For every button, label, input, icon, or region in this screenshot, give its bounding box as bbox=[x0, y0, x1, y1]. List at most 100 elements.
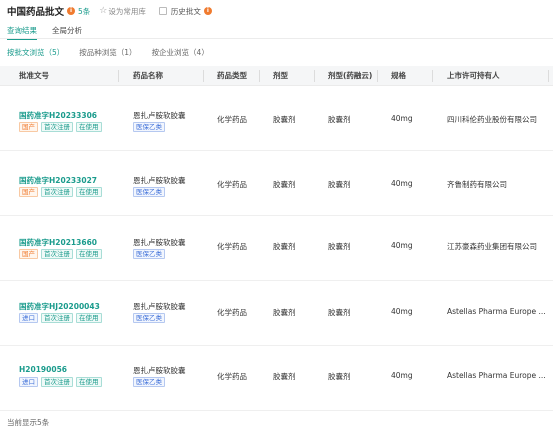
subtab-by-variety[interactable]: 按品种浏览（1） bbox=[79, 47, 136, 58]
table-row[interactable]: 国药准字HJ20200043 进口 首次注册 在使用 恩扎卢胺软胶囊 医保乙类 … bbox=[0, 282, 553, 346]
origin-tag: 国产 bbox=[19, 122, 38, 132]
approval-number-link[interactable]: 国药准字H20233027 bbox=[19, 175, 97, 186]
column-header-holder[interactable]: 上市许可持有人 bbox=[447, 66, 500, 86]
history-toggle[interactable]: 历史批文 i bbox=[158, 6, 212, 17]
result-footer: 当前显示5条 bbox=[7, 418, 50, 427]
page-title: 中国药品批文 bbox=[7, 7, 65, 18]
origin-tag: 国产 bbox=[19, 249, 38, 259]
dosage-form: 胶囊剂 bbox=[273, 115, 296, 124]
subtab-by-approval[interactable]: 按批文浏览（5） bbox=[7, 47, 64, 58]
insurance-tag: 医保乙类 bbox=[133, 187, 165, 197]
history-label: 历史批文 bbox=[170, 6, 201, 16]
license-holder: Astellas Pharma Europe ... bbox=[447, 307, 546, 316]
main-tabs: 查询结果 全局分析 bbox=[7, 25, 97, 40]
column-header-form-yry[interactable]: 剂型(药融云) bbox=[328, 66, 372, 86]
column-divider bbox=[432, 70, 433, 82]
approval-number-link[interactable]: 国药准字H20233306 bbox=[19, 110, 97, 121]
info-icon[interactable]: i bbox=[67, 7, 76, 15]
license-holder: 江苏豪森药业集团有限公司 bbox=[447, 242, 537, 251]
license-holder: Astellas Pharma Europe ... bbox=[447, 371, 546, 380]
insurance-tag: 医保乙类 bbox=[133, 249, 165, 259]
insurance-tag: 医保乙类 bbox=[133, 377, 165, 387]
status-tag: 在使用 bbox=[76, 377, 102, 387]
page-header: 中国药品批文 i 5条 ☆ 设为常用库 历史批文 i bbox=[7, 4, 212, 18]
drug-name: 恩扎卢胺软胶囊 bbox=[133, 176, 186, 185]
history-info-icon[interactable]: i bbox=[203, 7, 212, 15]
drug-type: 化学药品 bbox=[217, 180, 247, 189]
star-icon: ☆ bbox=[99, 5, 108, 16]
favorite-button[interactable]: ☆ 设为常用库 bbox=[99, 6, 146, 17]
subtab-by-company[interactable]: 按企业浏览（4） bbox=[152, 47, 209, 58]
specification: 40mg bbox=[391, 241, 413, 250]
status-tag: 在使用 bbox=[76, 313, 102, 323]
column-divider bbox=[259, 70, 260, 82]
dosage-form-yry: 胶囊剂 bbox=[328, 372, 351, 381]
insurance-tag: 医保乙类 bbox=[133, 313, 165, 323]
approval-tags: 进口 首次注册 在使用 bbox=[19, 313, 105, 323]
registration-tag: 首次注册 bbox=[41, 249, 73, 259]
dosage-form-yry: 胶囊剂 bbox=[328, 308, 351, 317]
drug-tags: 医保乙类 bbox=[133, 122, 168, 132]
registration-tag: 首次注册 bbox=[41, 122, 73, 132]
specification: 40mg bbox=[391, 179, 413, 188]
drug-tags: 医保乙类 bbox=[133, 249, 168, 259]
drug-tags: 医保乙类 bbox=[133, 313, 168, 323]
column-divider bbox=[377, 70, 378, 82]
column-header-drug-name[interactable]: 药品名称 bbox=[133, 66, 163, 86]
dosage-form-yry: 胶囊剂 bbox=[328, 242, 351, 251]
favorite-label: 设为常用库 bbox=[108, 6, 146, 16]
origin-tag: 进口 bbox=[19, 313, 38, 323]
result-count: 5条 bbox=[78, 6, 91, 16]
table-row[interactable]: 国药准字H20213660 国产 首次注册 在使用 恩扎卢胺软胶囊 医保乙类 化… bbox=[0, 217, 553, 281]
license-holder: 齐鲁制药有限公司 bbox=[447, 180, 507, 189]
dosage-form-yry: 胶囊剂 bbox=[328, 180, 351, 189]
table-row[interactable]: H20190056 进口 首次注册 在使用 恩扎卢胺软胶囊 医保乙类 化学药品 … bbox=[0, 347, 553, 411]
approval-tags: 国产 首次注册 在使用 bbox=[19, 122, 105, 132]
tabs-divider bbox=[0, 38, 553, 39]
column-divider bbox=[203, 70, 204, 82]
drug-name: 恩扎卢胺软胶囊 bbox=[133, 238, 186, 247]
origin-tag: 国产 bbox=[19, 187, 38, 197]
dosage-form: 胶囊剂 bbox=[273, 180, 296, 189]
drug-name: 恩扎卢胺软胶囊 bbox=[133, 366, 186, 375]
approval-number-link[interactable]: H20190056 bbox=[19, 365, 67, 374]
approval-tags: 国产 首次注册 在使用 bbox=[19, 249, 105, 259]
dosage-form: 胶囊剂 bbox=[273, 242, 296, 251]
specification: 40mg bbox=[391, 371, 413, 380]
column-divider bbox=[314, 70, 315, 82]
history-checkbox[interactable] bbox=[158, 7, 167, 15]
drug-tags: 医保乙类 bbox=[133, 187, 168, 197]
approval-tags: 国产 首次注册 在使用 bbox=[19, 187, 105, 197]
approval-number-link[interactable]: 国药准字HJ20200043 bbox=[19, 301, 100, 312]
drug-tags: 医保乙类 bbox=[133, 377, 168, 387]
column-header-approval[interactable]: 批准文号 bbox=[19, 66, 49, 86]
table-row[interactable]: 国药准字H20233306 国产 首次注册 在使用 恩扎卢胺软胶囊 医保乙类 化… bbox=[0, 87, 553, 151]
column-divider bbox=[118, 70, 119, 82]
drug-name: 恩扎卢胺软胶囊 bbox=[133, 302, 186, 311]
specification: 40mg bbox=[391, 307, 413, 316]
column-header-form[interactable]: 剂型 bbox=[273, 66, 288, 86]
drug-type: 化学药品 bbox=[217, 308, 247, 317]
table-row[interactable]: 国药准字H20233027 国产 首次注册 在使用 恩扎卢胺软胶囊 医保乙类 化… bbox=[0, 152, 553, 216]
column-divider bbox=[548, 70, 549, 82]
dosage-form-yry: 胶囊剂 bbox=[328, 115, 351, 124]
dosage-form: 胶囊剂 bbox=[273, 372, 296, 381]
origin-tag: 进口 bbox=[19, 377, 38, 387]
column-header-spec[interactable]: 规格 bbox=[391, 66, 406, 86]
tab-query-results[interactable]: 查询结果 bbox=[7, 25, 37, 40]
drug-type: 化学药品 bbox=[217, 242, 247, 251]
license-holder: 四川科伦药业股份有限公司 bbox=[447, 115, 537, 124]
drug-type: 化学药品 bbox=[217, 372, 247, 381]
tab-global-analysis[interactable]: 全局分析 bbox=[52, 25, 82, 37]
registration-tag: 首次注册 bbox=[41, 377, 73, 387]
view-subtabs: 按批文浏览（5） 按品种浏览（1） 按企业浏览（4） bbox=[7, 47, 224, 58]
approval-tags: 进口 首次注册 在使用 bbox=[19, 377, 105, 387]
dosage-form: 胶囊剂 bbox=[273, 308, 296, 317]
column-header-drug-type[interactable]: 药品类型 bbox=[217, 66, 247, 86]
status-tag: 在使用 bbox=[76, 249, 102, 259]
registration-tag: 首次注册 bbox=[41, 313, 73, 323]
specification: 40mg bbox=[391, 114, 413, 123]
table-header: 批准文号 药品名称 药品类型 剂型 剂型(药融云) 规格 上市许可持有人 bbox=[0, 66, 553, 86]
approval-number-link[interactable]: 国药准字H20213660 bbox=[19, 237, 97, 248]
drug-type: 化学药品 bbox=[217, 115, 247, 124]
